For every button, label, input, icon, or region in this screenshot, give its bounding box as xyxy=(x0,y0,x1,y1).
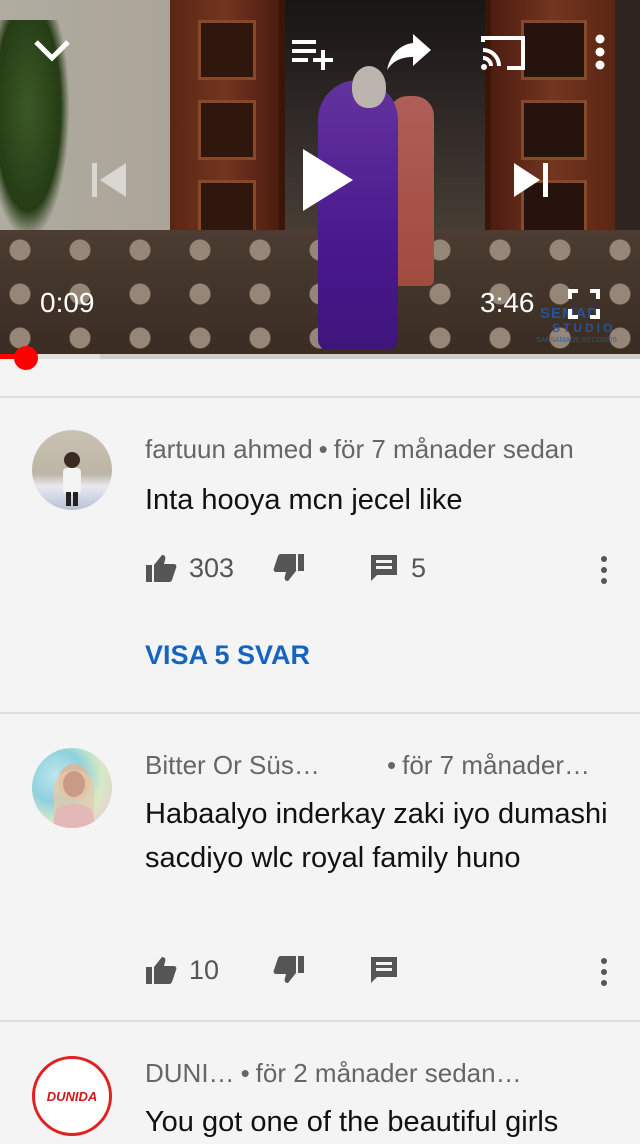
like-button[interactable]: 10 xyxy=(145,950,219,990)
avatar[interactable]: DUNIDA xyxy=(32,1056,112,1136)
comment-time: för 2 månader sedan… xyxy=(255,1058,522,1088)
comment-time: för 7 månader… xyxy=(402,750,590,780)
comment-item: Bitter Or Süs… • för 7 månader… Habaalyo … xyxy=(0,714,640,1020)
comment-actions: 10 xyxy=(145,950,625,990)
dislike-button[interactable] xyxy=(273,950,305,990)
comment-text: You got one of the beautiful girls xyxy=(145,1106,559,1138)
comment-meta: DUNI… • för 2 månader sedan… xyxy=(145,1058,522,1088)
progress-bar[interactable] xyxy=(0,354,640,359)
dislike-button[interactable] xyxy=(273,548,305,588)
reply-button[interactable]: 5 xyxy=(369,548,426,588)
reply-button[interactable] xyxy=(369,950,399,990)
like-button[interactable]: 303 xyxy=(145,548,234,588)
comment-item: DUNIDA DUNI… • för 2 månader sedan… You go… xyxy=(0,1022,640,1142)
playlist-add-icon[interactable] xyxy=(288,30,336,74)
chevron-down-icon[interactable] xyxy=(28,28,76,72)
like-count: 10 xyxy=(189,954,220,985)
fullscreen-icon[interactable] xyxy=(566,288,602,320)
cast-icon[interactable] xyxy=(478,30,528,74)
duration: 3:46 xyxy=(480,287,535,318)
current-time: 0:09 xyxy=(40,287,95,318)
thumbs-down-icon xyxy=(273,554,304,581)
share-icon[interactable] xyxy=(384,28,434,74)
avatar[interactable] xyxy=(32,748,112,828)
progress-scrubber[interactable] xyxy=(13,346,38,370)
comment-author[interactable]: fartuun ahmed xyxy=(145,434,313,464)
reply-count: 5 xyxy=(411,552,427,583)
comments-list: fartuun ahmed • för 7 månader sedan Inta h… xyxy=(0,396,640,1142)
comment-author[interactable]: Bitter Or Süs… xyxy=(145,750,320,780)
comment-icon xyxy=(371,957,397,983)
skip-previous-icon[interactable] xyxy=(84,156,132,204)
thumbs-down-icon xyxy=(273,956,304,983)
view-replies-button[interactable]: VISA 5 SVAR xyxy=(145,640,310,671)
more-vert-icon[interactable] xyxy=(596,952,612,992)
more-vert-icon[interactable] xyxy=(596,550,612,590)
thumbs-up-icon xyxy=(146,957,177,984)
video-player[interactable]: SEMAD STUDIO SARSAMADE RECORDS 0:09 3:46 xyxy=(0,0,640,358)
thumbs-up-icon xyxy=(146,555,177,582)
comment-item: fartuun ahmed • för 7 månader sedan Inta h… xyxy=(0,398,640,712)
comment-meta: fartuun ahmed • för 7 månader sedan xyxy=(145,434,574,464)
avatar-logo-text: DUNIDA xyxy=(46,1088,98,1104)
skip-next-icon[interactable] xyxy=(508,156,556,204)
comment-text: Habaalyo inderkay zaki iyo dumashi sacdi… xyxy=(145,798,608,874)
avatar[interactable] xyxy=(32,430,112,510)
comment-text: Inta hooya mcn jecel like xyxy=(145,484,463,516)
comment-icon xyxy=(371,555,397,581)
comment-actions: 303 5 xyxy=(145,548,625,588)
comment-time: för 7 månader sedan xyxy=(333,434,574,464)
like-count: 303 xyxy=(189,552,235,583)
play-icon[interactable] xyxy=(292,140,362,220)
comment-meta: Bitter Or Süs… • för 7 månader… xyxy=(145,750,590,780)
more-vert-icon[interactable] xyxy=(586,30,614,74)
comment-author[interactable]: DUNI… xyxy=(145,1058,235,1088)
